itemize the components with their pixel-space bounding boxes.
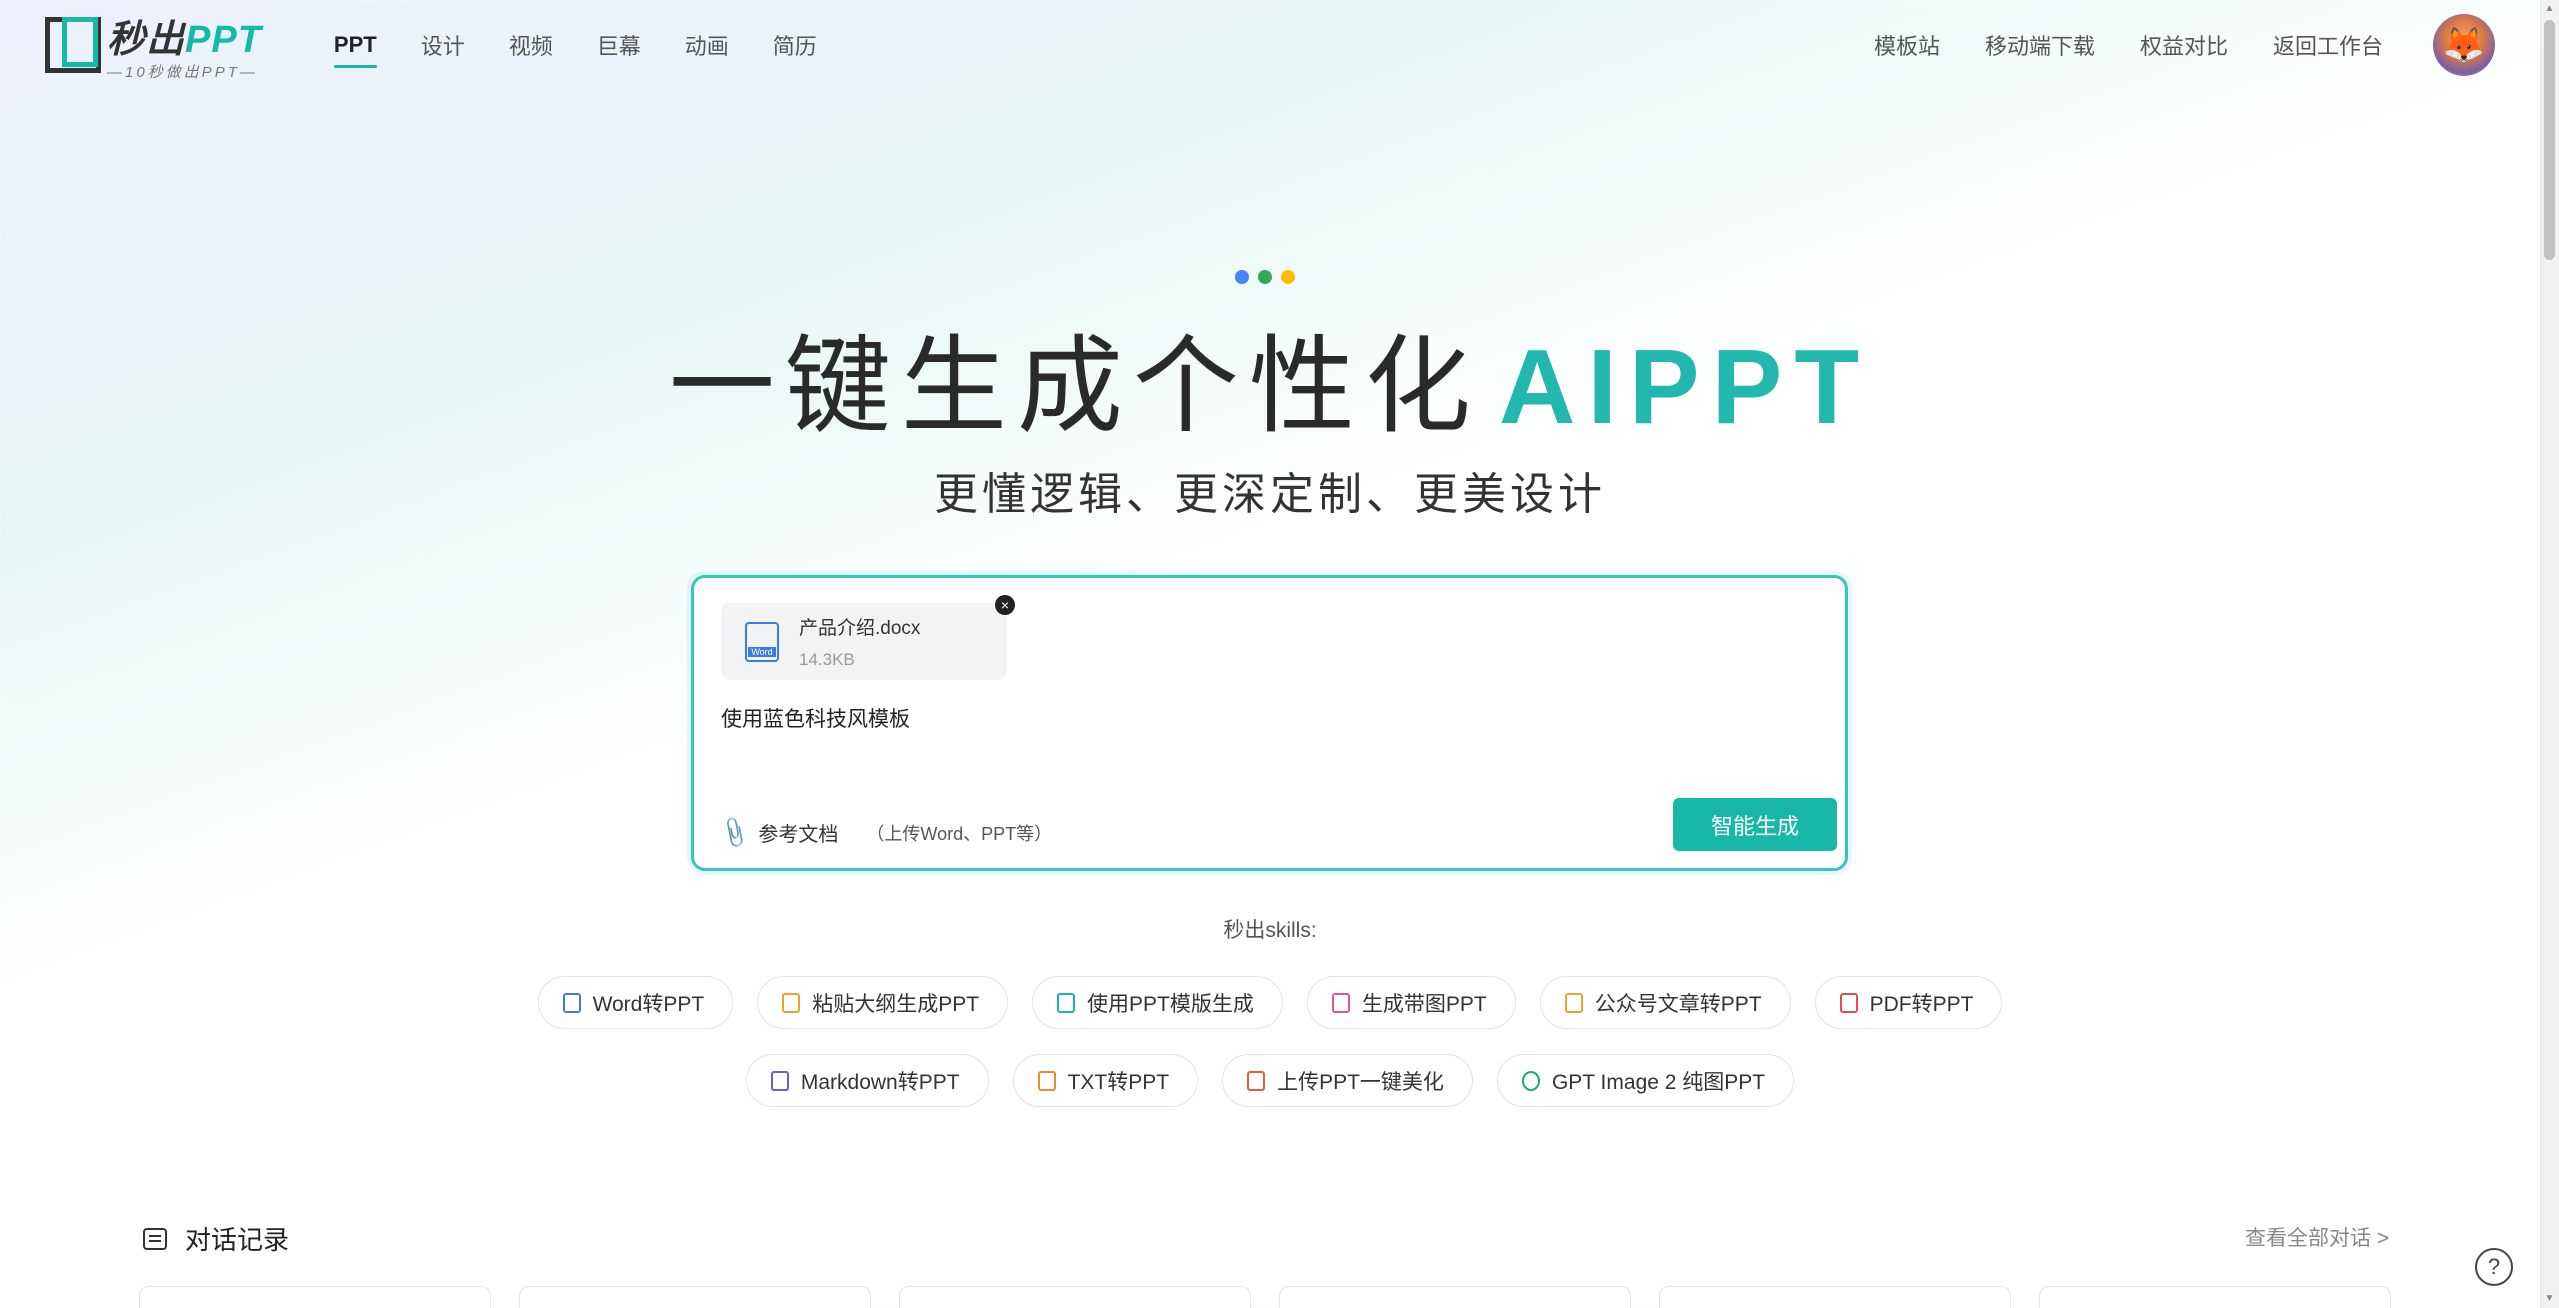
image-ppt-icon	[1331, 992, 1350, 1013]
history-card[interactable]	[139, 1286, 491, 1308]
history-card[interactable]	[1279, 1286, 1631, 1308]
back-to-workspace-link[interactable]: 返回工作台	[2273, 29, 2383, 61]
remove-file-close-icon[interactable]: ×	[995, 595, 1015, 615]
history-card[interactable]	[1659, 1286, 2011, 1308]
nav-tab-animation[interactable]: 动画	[663, 0, 751, 90]
file-size: 14.3KB	[799, 650, 855, 669]
chat-history-icon	[143, 1227, 167, 1250]
logo-mark-icon	[45, 17, 101, 73]
scroll-down-icon[interactable]: ▼	[2544, 1293, 2555, 1305]
nav-tab-ppt[interactable]: PPT	[312, 0, 399, 90]
skills-row-1: Word转PPT 粘贴大纲生成PPT 使用PPT模版生成 生成带图PPT 公众号…	[0, 976, 2540, 1029]
reference-document-hint: （上传Word、PPT等）	[866, 823, 1053, 844]
txt-icon	[1037, 1070, 1056, 1091]
logo[interactable]: 秒出PPT —10秒做出PPT—	[45, 15, 262, 81]
skill-image-ppt[interactable]: 生成带图PPT	[1306, 976, 1516, 1029]
outline-icon	[782, 992, 801, 1013]
dot-blue-icon	[1235, 270, 1249, 284]
history-section-title: 对话记录	[143, 1220, 289, 1257]
skill-txt-to-ppt[interactable]: TXT转PPT	[1012, 1054, 1199, 1107]
hero-title-accent: AIPPT	[1498, 328, 1872, 446]
prompt-input-box[interactable]: Word 产品介绍.docx 14.3KB × 使用蓝色科技风模板 📎 参考文档…	[691, 575, 1848, 871]
scroll-thumb[interactable]	[2544, 20, 2555, 260]
template-icon	[1057, 992, 1076, 1013]
skill-gpt-image-ppt[interactable]: GPT Image 2 纯图PPT	[1496, 1054, 1795, 1107]
paperclip-icon: 📎	[716, 814, 754, 850]
history-card[interactable]	[519, 1286, 871, 1308]
skill-pdf-to-ppt[interactable]: PDF转PPT	[1814, 976, 2003, 1029]
nav-tab-design[interactable]: 设计	[399, 0, 487, 90]
skill-markdown-to-ppt[interactable]: Markdown转PPT	[745, 1054, 989, 1107]
history-cards	[139, 1286, 2391, 1308]
benefits-compare-link[interactable]: 权益对比	[2140, 29, 2228, 61]
nav-tab-giant-screen[interactable]: 巨幕	[575, 0, 663, 90]
skill-outline-to-ppt[interactable]: 粘贴大纲生成PPT	[757, 976, 1009, 1029]
reference-document-button[interactable]: 📎 参考文档 （上传Word、PPT等）	[717, 814, 1053, 849]
scroll-up-icon[interactable]: ▲	[2544, 3, 2555, 15]
nav-tab-video[interactable]: 视频	[487, 0, 575, 90]
pdf-icon	[1839, 992, 1858, 1013]
mobile-download-link[interactable]: 移动端下载	[1985, 29, 2095, 61]
markdown-icon	[770, 1070, 789, 1091]
dot-green-icon	[1258, 270, 1272, 284]
hero-dots	[1235, 270, 1295, 284]
skill-article-to-ppt[interactable]: 公众号文章转PPT	[1539, 976, 1791, 1029]
smart-generate-button[interactable]: 智能生成	[1673, 798, 1837, 851]
logo-tagline: —10秒做出PPT—	[107, 64, 258, 81]
help-question-icon[interactable]: ?	[2475, 1248, 2513, 1286]
skill-word-to-ppt[interactable]: Word转PPT	[537, 976, 734, 1029]
hero-subtitle: 更懂逻辑、更深定制、更美设计	[934, 470, 1606, 519]
right-nav: 模板站 移动端下载 权益对比 返回工作台 🦊	[1829, 14, 2495, 76]
reference-document-label: 参考文档	[758, 824, 839, 846]
file-name: 产品介绍.docx	[799, 618, 921, 639]
beautify-icon	[1247, 1070, 1266, 1091]
attached-file-chip[interactable]: Word 产品介绍.docx 14.3KB ×	[721, 595, 1015, 680]
hero-title: 一键生成个性化 AIPPT	[668, 328, 1872, 446]
word-icon	[562, 992, 581, 1013]
word-file-icon: Word	[745, 621, 779, 662]
history-card[interactable]	[2039, 1286, 2391, 1308]
skill-template-generate[interactable]: 使用PPT模版生成	[1032, 976, 1283, 1029]
prompt-textarea[interactable]: 使用蓝色科技风模板	[721, 703, 910, 733]
main-nav: PPT 设计 视频 巨幕 动画 简历	[312, 0, 839, 90]
skills-row-2: Markdown转PPT TXT转PPT 上传PPT一键美化 GPT Image…	[0, 1054, 2540, 1107]
gpt-icon	[1521, 1070, 1540, 1091]
template-site-link[interactable]: 模板站	[1874, 29, 1940, 61]
page-scrollbar[interactable]: ▲ ▼	[2540, 0, 2559, 1308]
top-navigation: 秒出PPT —10秒做出PPT— PPT 设计 视频 巨幕 动画 简历 模板站 …	[0, 0, 2540, 90]
skills-label: 秒出skills:	[1223, 919, 1317, 942]
logo-title: 秒出PPT	[107, 19, 262, 61]
article-icon	[1564, 992, 1583, 1013]
history-card[interactable]	[899, 1286, 1251, 1308]
view-all-conversations-link[interactable]: 查看全部对话 >	[2245, 1222, 2389, 1252]
nav-tab-resume[interactable]: 简历	[751, 0, 839, 90]
user-avatar[interactable]: 🦊	[2433, 14, 2495, 76]
dot-yellow-icon	[1281, 270, 1295, 284]
fox-avatar-icon: 🦊	[2442, 26, 2486, 64]
skill-beautify-ppt[interactable]: 上传PPT一键美化	[1222, 1054, 1473, 1107]
